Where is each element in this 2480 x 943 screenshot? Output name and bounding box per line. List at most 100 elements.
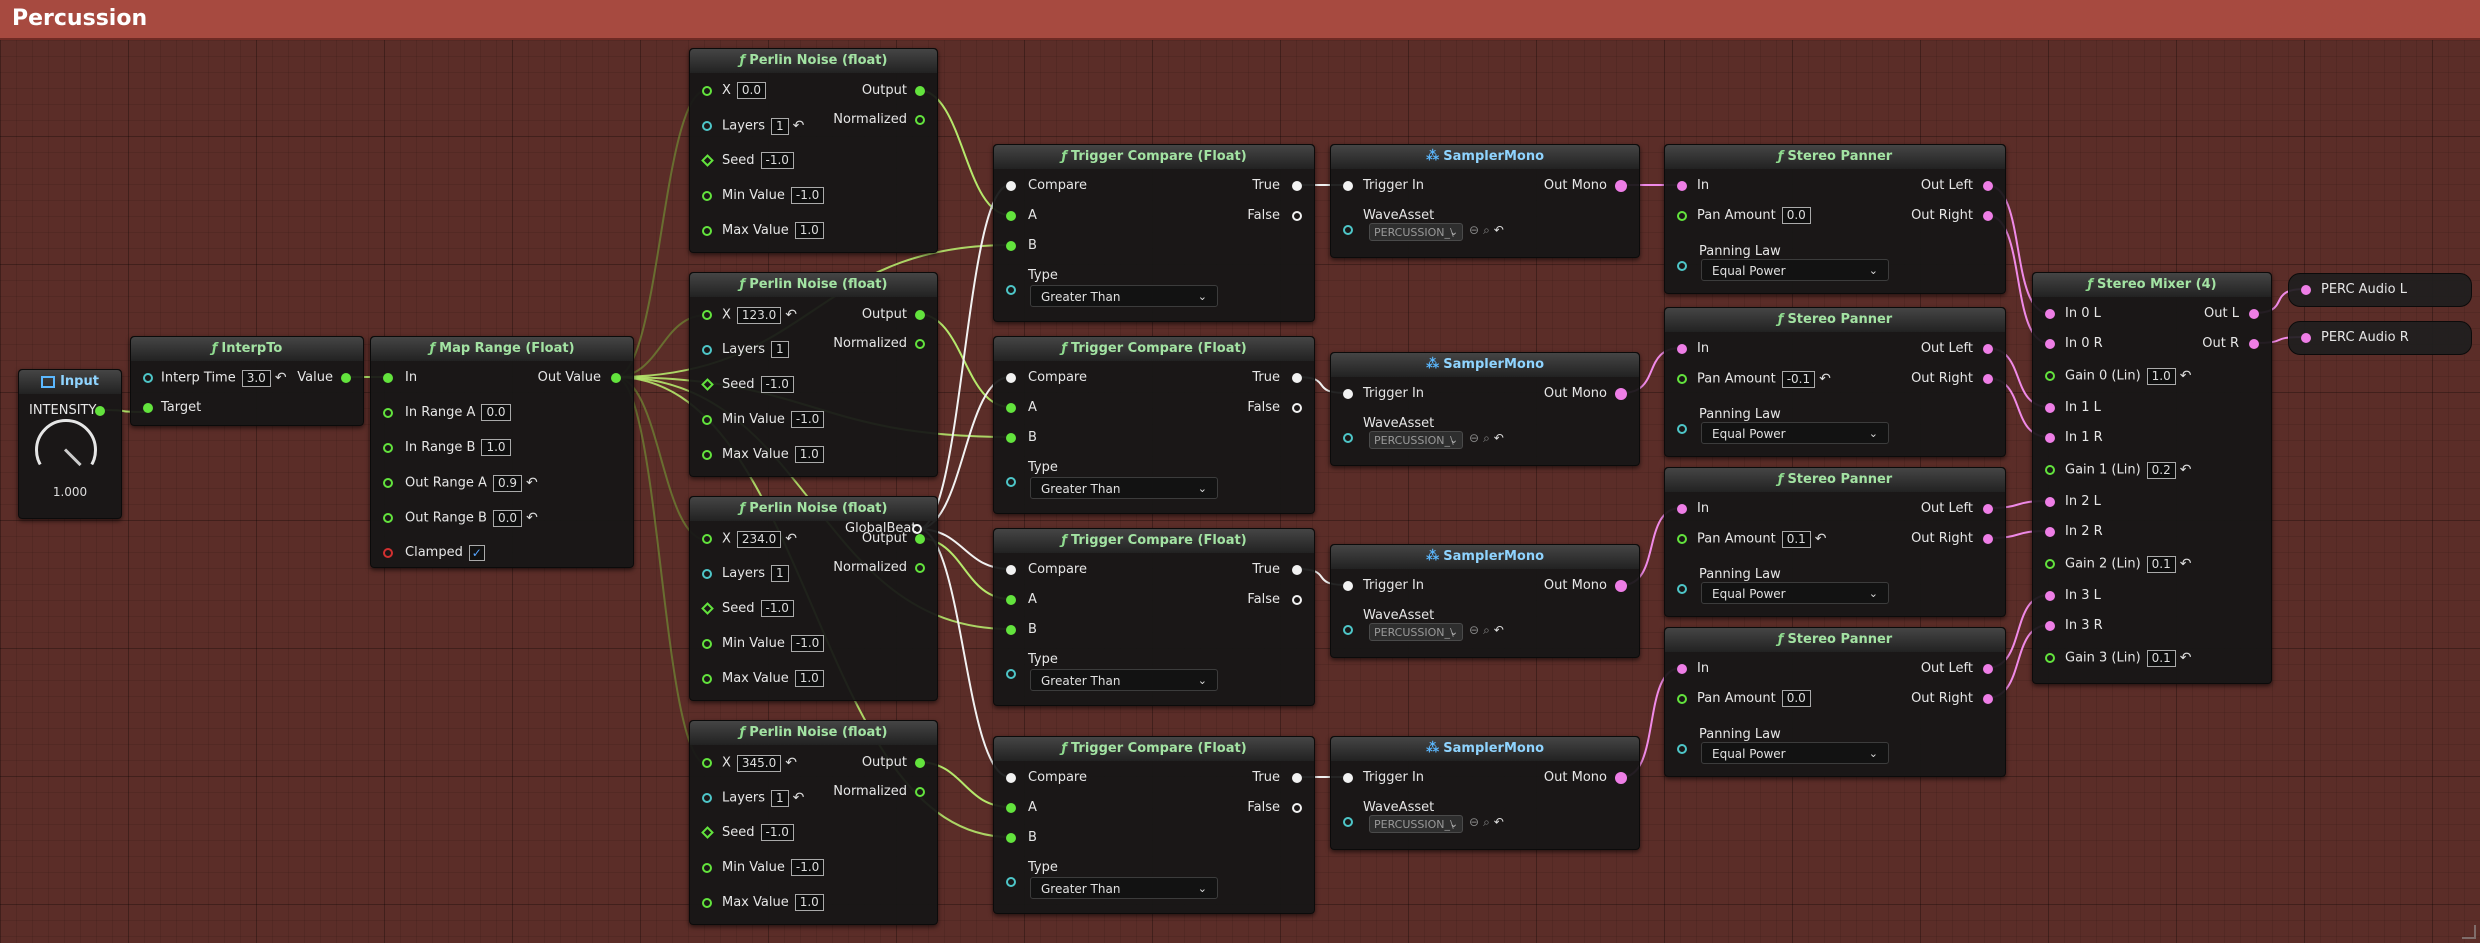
max-pin[interactable] [702, 674, 712, 684]
target-pin[interactable] [143, 403, 153, 413]
true-pin[interactable] [1292, 373, 1302, 383]
pan-amount-field[interactable]: 0.0 [1781, 207, 1811, 224]
max-pin[interactable] [702, 226, 712, 236]
sampler-mono-node-1[interactable]: ⁂ SamplerMono Trigger In WaveAsset PERCUS… [1330, 144, 1640, 258]
b-pin[interactable] [1006, 433, 1016, 443]
min-pin[interactable] [702, 415, 712, 425]
type-dropdown[interactable]: Greater Than ⌄ [1030, 477, 1218, 499]
panner-header[interactable]: ƒ Stereo Panner [1665, 308, 2005, 332]
max-field[interactable]: 1.0 [794, 446, 824, 463]
stereo-panner-node-4[interactable]: ƒ Stereo Panner In Pan Amount 0.0 Panning … [1664, 627, 2006, 777]
in-range-a-pin[interactable] [383, 408, 393, 418]
sampler-mono-node-3[interactable]: ⁂ SamplerMono Trigger In WaveAsset PERCUS… [1330, 544, 1640, 658]
asset-actions[interactable]: ⊖⌕↶ [1469, 431, 1508, 446]
input-node[interactable]: Input INTENSITY 1.000 [18, 369, 122, 519]
sampler-mono-node-2[interactable]: ⁂ SamplerMono Trigger In WaveAsset PERCUS… [1330, 352, 1640, 466]
clear-icon[interactable]: ⊖ [1469, 815, 1483, 829]
normalized-pin[interactable] [915, 563, 925, 573]
search-icon[interactable]: ⌕ [1483, 623, 1494, 637]
asset-actions[interactable]: ⊖⌕↶ [1469, 223, 1508, 238]
audio-r-pin[interactable] [2301, 333, 2311, 343]
out-mono-pin[interactable] [1615, 580, 1627, 592]
x-field[interactable]: 123.0 [736, 306, 782, 324]
b-pin[interactable] [1006, 625, 1016, 635]
map-range-node[interactable]: ƒ Map Range (Float) In In Range A 0.0 In R… [370, 336, 634, 568]
b-pin[interactable] [1006, 833, 1016, 843]
perc-audio-r-output[interactable]: PERC Audio R [2288, 321, 2472, 355]
seed-field[interactable]: -1.0 [760, 152, 794, 169]
a-pin[interactable] [1006, 403, 1016, 413]
resize-grip-icon[interactable] [2462, 925, 2476, 939]
stereo-panner-node-2[interactable]: ƒ Stereo Panner In Pan Amount -0.1 ↶ Pannin… [1664, 307, 2006, 457]
min-field[interactable]: -1.0 [790, 187, 825, 204]
sampler-mono-node-4[interactable]: ⁂ SamplerMono Trigger In WaveAsset PERCUS… [1330, 736, 1640, 850]
sampler-header[interactable]: ⁂ SamplerMono [1331, 737, 1639, 761]
panning-law-pin[interactable] [1677, 424, 1687, 434]
in-range-b-field[interactable]: 1.0 [481, 439, 511, 456]
reset-icon[interactable]: ↶ [2180, 553, 2192, 575]
wave-asset-picker[interactable]: PERCUSSION_\ ⌄ [1369, 223, 1463, 241]
out-mono-pin[interactable] [1615, 772, 1627, 784]
panning-law-pin[interactable] [1677, 584, 1687, 594]
reset-icon[interactable]: ↶ [526, 507, 538, 529]
panning-law-pin[interactable] [1677, 744, 1687, 754]
reset-icon[interactable]: ↶ [785, 752, 797, 774]
true-pin[interactable] [1292, 181, 1302, 191]
true-pin[interactable] [1292, 773, 1302, 783]
in-pin[interactable] [1677, 344, 1687, 354]
panning-law-dropdown[interactable]: Equal Power ⌄ [1701, 582, 1889, 604]
gain2-field[interactable]: 0.1 [2146, 555, 2176, 573]
stereo-panner-node-3[interactable]: ƒ Stereo Panner In Pan Amount 0.1 ↶ Panning… [1664, 467, 2006, 617]
trigger-in-pin[interactable] [1343, 389, 1353, 399]
intensity-output-pin[interactable] [95, 406, 105, 416]
out-left-pin[interactable] [1983, 344, 1993, 354]
reset-icon[interactable]: ↶ [793, 787, 805, 809]
interp-to-header[interactable]: ƒ InterpTo [131, 337, 363, 361]
compare-pin[interactable] [1006, 565, 1016, 575]
trigger-compare-node-1[interactable]: ƒ Trigger Compare (Float) Compare A B Typ… [993, 144, 1315, 322]
layers-field[interactable]: 1 [771, 341, 789, 358]
trigger-compare-node-4[interactable]: ƒ Trigger Compare (Float) Compare A B Typ… [993, 736, 1315, 914]
trigger-compare-node-3[interactable]: ƒ Trigger Compare (Float) Compare A B Typ… [993, 528, 1315, 706]
out-left-pin[interactable] [1983, 504, 1993, 514]
in1r-pin[interactable] [2045, 433, 2055, 443]
min-field[interactable]: -1.0 [790, 859, 825, 876]
in2l-pin[interactable] [2045, 497, 2055, 507]
x-field[interactable]: 345.0 [736, 754, 782, 772]
in0r-pin[interactable] [2045, 339, 2055, 349]
true-pin[interactable] [1292, 565, 1302, 575]
false-pin[interactable] [1292, 211, 1302, 221]
pan-amount-pin[interactable] [1677, 534, 1687, 544]
mixer-header[interactable]: ƒ Stereo Mixer (4) [2033, 273, 2271, 297]
reset-icon[interactable]: ↶ [275, 367, 287, 389]
audio-l-pin[interactable] [2301, 285, 2311, 295]
max-field[interactable]: 1.0 [794, 222, 824, 239]
clear-icon[interactable]: ⊖ [1469, 223, 1483, 237]
min-pin[interactable] [702, 863, 712, 873]
gain2-pin[interactable] [2045, 559, 2055, 569]
in-range-a-field[interactable]: 0.0 [481, 404, 511, 421]
layers-field[interactable]: 1 [771, 789, 789, 807]
reset-icon[interactable]: ↶ [1494, 223, 1508, 237]
out-mono-pin[interactable] [1615, 388, 1627, 400]
x-field[interactable]: 234.0 [736, 530, 782, 548]
reset-icon[interactable]: ↶ [2180, 459, 2192, 481]
pan-amount-field[interactable]: 0.1 [1781, 530, 1811, 548]
compare-pin[interactable] [1006, 181, 1016, 191]
in0l-pin[interactable] [2045, 309, 2055, 319]
reset-icon[interactable]: ↶ [785, 528, 797, 550]
max-pin[interactable] [702, 450, 712, 460]
panner-header[interactable]: ƒ Stereo Panner [1665, 468, 2005, 492]
gain3-field[interactable]: 0.1 [2146, 649, 2176, 667]
trigger-compare-node-2[interactable]: ƒ Trigger Compare (Float) Compare A B Typ… [993, 336, 1315, 514]
gain3-pin[interactable] [2045, 653, 2055, 663]
type-pin[interactable] [1006, 477, 1016, 487]
normalized-pin[interactable] [915, 115, 925, 125]
seed-field[interactable]: -1.0 [760, 600, 794, 617]
min-pin[interactable] [702, 191, 712, 201]
map-in-pin[interactable] [383, 373, 393, 383]
in-pin[interactable] [1677, 181, 1687, 191]
search-icon[interactable]: ⌕ [1483, 431, 1494, 445]
global-beat-pin[interactable] [912, 524, 922, 534]
interp-to-node[interactable]: ƒ InterpTo Interp Time 3.0 ↶ Target Value [130, 336, 364, 426]
